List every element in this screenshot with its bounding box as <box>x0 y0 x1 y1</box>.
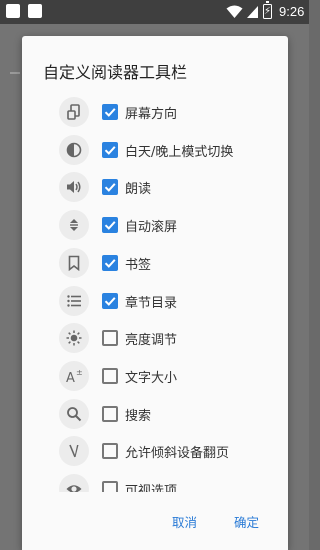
toolbar-option-row[interactable]: 书签 <box>22 244 288 282</box>
toolbar-option-row[interactable]: 搜索 <box>22 395 288 433</box>
option-label: 屏幕方向 <box>125 107 178 122</box>
option-checkbox[interactable] <box>102 217 118 234</box>
font-size-icon: A ± <box>59 360 89 391</box>
auto-scroll-icon <box>59 210 89 241</box>
notification-icon <box>6 4 20 18</box>
speaker-icon <box>59 172 89 203</box>
toc-list-icon <box>59 285 89 316</box>
toolbar-option-row[interactable]: 白天/晚上模式切换 <box>22 131 288 169</box>
option-label: 搜索 <box>125 408 152 424</box>
toolbar-option-row[interactable]: 章节目录 <box>22 282 288 320</box>
day-night-icon <box>59 134 89 165</box>
option-checkbox[interactable] <box>102 254 118 271</box>
option-label: 章节目录 <box>125 295 178 311</box>
back-arrow-icon <box>10 72 20 74</box>
option-label: 允许倾斜设备翻页 <box>125 446 230 462</box>
customize-toolbar-dialog: 自定义阅读器工具栏 屏幕方向白天/晚上模式切换 朗读自动滚屏书签章节目录亮度调节 A… <box>22 36 288 550</box>
screen-rotation-icon <box>59 97 89 127</box>
search-icon <box>59 398 89 429</box>
bookmark-icon <box>59 247 89 278</box>
option-label: 朗读 <box>125 182 152 198</box>
option-label: 自动滚屏 <box>125 220 178 236</box>
option-checkbox[interactable] <box>102 104 118 120</box>
option-label: 书签 <box>125 257 152 273</box>
option-checkbox[interactable] <box>102 443 118 460</box>
option-label: 文字大小 <box>125 370 178 386</box>
svg-text:A: A <box>66 371 75 384</box>
ok-button[interactable]: 确定 <box>226 508 267 535</box>
option-checkbox[interactable] <box>102 179 118 196</box>
signal-icon <box>247 6 258 18</box>
dialog-footer: 取消 确定 <box>22 492 288 550</box>
tilt-page-icon <box>59 436 89 467</box>
option-label: 白天/晚上模式切换 <box>125 144 234 160</box>
notification-icon <box>28 4 42 18</box>
toolbar-option-row[interactable]: 朗读 <box>22 168 288 206</box>
status-time: 9:26 <box>279 4 305 19</box>
option-label: 亮度调节 <box>125 333 178 349</box>
toolbar-option-row[interactable]: 允许倾斜设备翻页 <box>22 432 288 470</box>
option-checkbox[interactable] <box>102 292 118 309</box>
dialog-title: 自定义阅读器工具栏 <box>43 63 188 82</box>
option-checkbox[interactable] <box>102 405 118 422</box>
wifi-icon <box>226 5 243 18</box>
option-checkbox[interactable] <box>102 330 118 347</box>
brightness-icon <box>59 323 89 354</box>
option-checkbox[interactable] <box>102 141 118 158</box>
toolbar-option-row[interactable]: 屏幕方向 <box>22 93 288 131</box>
svg-text:±: ± <box>76 368 82 377</box>
toolbar-option-row[interactable]: 自动滚屏 <box>22 206 288 244</box>
status-bar: ⚡ 9:26 <box>0 0 309 24</box>
toolbar-option-row[interactable]: 亮度调节 <box>22 319 288 357</box>
toolbar-option-row[interactable]: A ± 文字大小 <box>22 357 288 395</box>
cancel-button[interactable]: 取消 <box>164 508 205 535</box>
option-checkbox[interactable] <box>102 367 118 384</box>
